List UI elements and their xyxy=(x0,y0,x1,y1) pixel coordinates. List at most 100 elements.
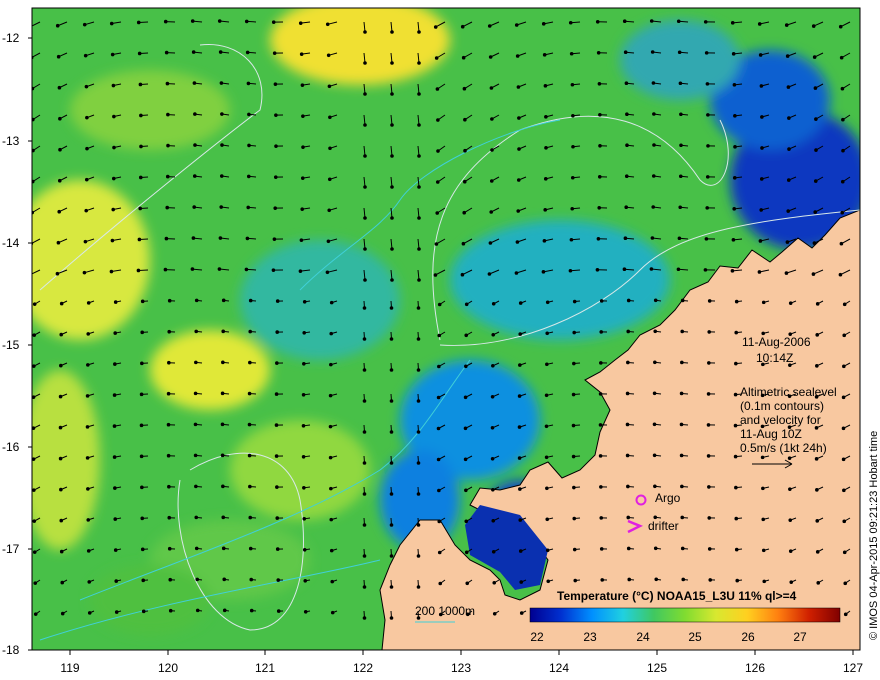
vector-head xyxy=(626,515,631,520)
vector-head xyxy=(489,86,494,90)
vector-head xyxy=(220,143,224,147)
vector-head xyxy=(217,19,222,23)
vector-head xyxy=(569,51,574,56)
vector-head xyxy=(416,523,421,527)
vector-head xyxy=(32,519,37,523)
vector-head xyxy=(517,394,522,398)
vector-head xyxy=(328,146,332,151)
vector-head xyxy=(416,554,421,558)
vector-head xyxy=(464,302,469,307)
vector-head xyxy=(816,581,821,585)
vector-head xyxy=(59,301,64,306)
vector-head xyxy=(730,269,735,273)
vector-head xyxy=(221,484,225,489)
vector-head xyxy=(165,205,170,210)
vector-head xyxy=(707,485,711,489)
vector-head xyxy=(219,81,224,85)
colorbar-tick: 25 xyxy=(688,630,702,644)
vector-head xyxy=(678,174,683,179)
vector-head xyxy=(139,423,144,428)
vector-head xyxy=(298,21,303,25)
vector-head xyxy=(842,364,846,369)
vector-head xyxy=(303,610,308,614)
vector-head xyxy=(842,550,847,555)
vector-head xyxy=(246,205,251,210)
vector-head xyxy=(546,579,551,584)
vector-head xyxy=(390,123,394,127)
lon-label: 126 xyxy=(745,661,765,675)
vector-head xyxy=(681,577,686,582)
vector-head xyxy=(32,333,37,337)
vector-head xyxy=(363,216,367,220)
vector-head xyxy=(571,423,576,428)
vector-head xyxy=(194,360,198,365)
vector-head xyxy=(569,237,574,242)
vector-head xyxy=(437,550,442,555)
vector-head xyxy=(462,179,467,184)
vector-head xyxy=(757,270,762,274)
vector-head xyxy=(436,395,441,400)
vector-head xyxy=(838,272,843,277)
vector-head xyxy=(598,144,602,148)
vector-head xyxy=(166,391,171,396)
vector-head xyxy=(139,113,143,118)
note-line: and velocity for xyxy=(740,413,821,427)
vector-head xyxy=(167,298,172,303)
vector-head xyxy=(679,422,684,427)
vector-head xyxy=(362,430,367,434)
vector-head xyxy=(572,361,576,366)
vector-head xyxy=(491,549,496,554)
vector-head xyxy=(58,116,62,121)
map-time: 10:14Z xyxy=(756,351,793,365)
lon-label: 119 xyxy=(60,661,79,675)
vector-head xyxy=(363,185,367,189)
vector-head xyxy=(568,20,573,25)
vector-head xyxy=(730,21,735,25)
vector-head xyxy=(389,492,394,496)
vector-head xyxy=(363,154,367,158)
vector-head xyxy=(651,81,656,85)
vector-head xyxy=(329,300,334,305)
vector-head xyxy=(417,123,421,127)
vector-head xyxy=(543,208,548,212)
vector-head xyxy=(433,25,438,29)
vector-head xyxy=(32,426,36,430)
vector-head xyxy=(731,238,736,242)
vector-head xyxy=(302,486,306,490)
vector-head xyxy=(85,146,89,151)
vector-head xyxy=(653,329,658,334)
vector-head xyxy=(274,454,279,458)
vector-head xyxy=(274,423,279,427)
vector-head xyxy=(654,577,659,582)
vector-head xyxy=(812,241,817,245)
vector-head xyxy=(362,554,367,558)
vector-head xyxy=(302,331,307,335)
vector-head xyxy=(166,112,170,117)
vector-head xyxy=(191,236,196,240)
vector-head xyxy=(192,205,197,209)
vector-head xyxy=(139,392,144,397)
vector-head xyxy=(59,518,64,523)
vector-head xyxy=(596,237,601,241)
vector-head xyxy=(679,391,684,396)
vector-head xyxy=(595,20,600,24)
vector-head xyxy=(544,393,549,398)
vector-head xyxy=(840,86,845,91)
vector-head xyxy=(462,210,467,215)
vector-head xyxy=(733,392,738,397)
vector-head xyxy=(218,236,223,240)
vector-head xyxy=(545,300,550,305)
vector-head xyxy=(85,394,90,398)
vector-head xyxy=(622,19,627,24)
vector-head xyxy=(599,547,604,551)
vector-head xyxy=(463,457,468,462)
vector-head xyxy=(325,22,330,27)
vector-head xyxy=(680,546,685,551)
vector-head xyxy=(325,270,330,275)
vector-head xyxy=(735,578,740,583)
vector-head xyxy=(167,329,172,334)
vector-head xyxy=(732,176,737,180)
vector-head xyxy=(516,209,521,213)
vector-head xyxy=(86,332,91,336)
lat-label: -12 xyxy=(2,31,20,45)
